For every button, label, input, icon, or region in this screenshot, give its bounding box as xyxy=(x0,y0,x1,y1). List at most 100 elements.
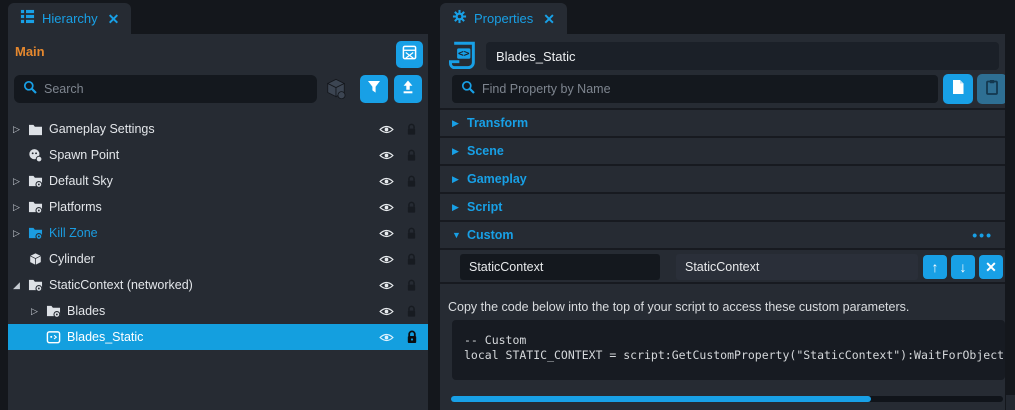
divider xyxy=(440,282,1005,284)
spawn-point-icon xyxy=(28,148,49,163)
tree-row-label: Spawn Point xyxy=(49,148,374,162)
property-search-input[interactable] xyxy=(482,82,929,96)
property-sections: ▶ Transform ▶ Scene ▶ Gameplay ▶ Script … xyxy=(440,108,1005,250)
filter-button[interactable] xyxy=(360,75,388,103)
tree-row-blades[interactable]: ▷ Blades xyxy=(8,298,428,324)
section-label: Scene xyxy=(467,144,993,158)
folder-badge-icon xyxy=(28,278,49,292)
triangle-down-icon: ▼ xyxy=(452,230,467,240)
level-settings-button[interactable] xyxy=(396,41,423,68)
static-script-icon xyxy=(46,330,67,345)
lock-icon[interactable] xyxy=(399,123,424,136)
move-property-up-button[interactable]: ↑ xyxy=(923,255,947,279)
tree-row-platforms[interactable]: ▷ Platforms xyxy=(8,194,428,220)
section-transform[interactable]: ▶ Transform xyxy=(440,110,1005,138)
properties-panel: <> ▶ Transform ▶ Scene xyxy=(440,34,1005,410)
code-line: local STATIC_CONTEXT = script:GetCustomP… xyxy=(464,348,993,363)
tree-row-label: StaticContext (networked) xyxy=(49,278,374,292)
visibility-eye-icon[interactable] xyxy=(374,254,399,265)
tab-properties[interactable]: Properties ✕ xyxy=(440,3,567,34)
hierarchy-panel: Main ▷ xyxy=(8,34,428,410)
bottom-right-panel-corner xyxy=(1006,395,1015,410)
move-property-down-button[interactable]: ↓ xyxy=(951,255,975,279)
visibility-eye-icon[interactable] xyxy=(374,306,399,317)
tree-row-staticcontext[interactable]: ◢ StaticContext (networked) xyxy=(8,272,428,298)
custom-property-name-input[interactable] xyxy=(460,254,660,280)
triangle-right-icon: ▶ xyxy=(452,174,467,185)
custom-help-text: Copy the code below into the top of your… xyxy=(448,300,909,314)
more-options-icon[interactable]: ••• xyxy=(972,227,993,243)
section-label: Gameplay xyxy=(467,172,993,186)
visibility-eye-icon[interactable] xyxy=(374,202,399,213)
expander-collapsed-icon[interactable]: ▷ xyxy=(31,306,46,317)
close-icon[interactable]: ✕ xyxy=(108,12,120,26)
paste-clipboard-icon xyxy=(985,79,999,100)
tree-row-cylinder[interactable]: Cylinder xyxy=(8,246,428,272)
visibility-eye-icon[interactable] xyxy=(374,124,399,135)
close-icon[interactable]: ✕ xyxy=(543,12,555,26)
hierarchy-search-input[interactable] xyxy=(44,82,308,96)
tree-row-spawn-point[interactable]: Spawn Point xyxy=(8,142,428,168)
code-snippet-block[interactable]: -- Custom local STATIC_CONTEXT = script:… xyxy=(452,320,1005,380)
folder-icon xyxy=(28,123,49,136)
lock-icon[interactable] xyxy=(399,201,424,214)
lock-icon[interactable] xyxy=(399,175,424,188)
tree-row-label: Cylinder xyxy=(49,252,374,266)
tab-hierarchy[interactable]: Hierarchy ✕ xyxy=(8,3,131,34)
filter-funnel-icon xyxy=(367,80,381,99)
paste-properties-button[interactable] xyxy=(977,74,1005,104)
upload-arrow-icon xyxy=(401,80,415,99)
delete-property-button[interactable]: ✕ xyxy=(979,255,1003,279)
visibility-eye-icon[interactable] xyxy=(374,280,399,291)
triangle-right-icon: ▶ xyxy=(452,202,467,213)
tree-row-label: Kill Zone xyxy=(49,226,374,240)
tab-properties-label: Properties xyxy=(474,11,533,26)
folder-badge-icon xyxy=(28,174,49,188)
lock-icon[interactable] xyxy=(399,305,424,318)
custom-property-value-input[interactable] xyxy=(676,254,918,280)
horizontal-scrollbar[interactable] xyxy=(451,396,1003,402)
scrollbar-thumb[interactable] xyxy=(451,396,871,402)
x-icon: ✕ xyxy=(985,259,997,276)
lock-icon[interactable] xyxy=(399,227,424,240)
visibility-eye-icon[interactable] xyxy=(374,176,399,187)
search-icon xyxy=(23,80,37,99)
visibility-eye-icon[interactable] xyxy=(374,332,399,343)
section-gameplay[interactable]: ▶ Gameplay xyxy=(440,166,1005,194)
tree-row-blades-static[interactable]: Blades_Static xyxy=(8,324,428,350)
search-icon xyxy=(461,80,475,99)
section-scene[interactable]: ▶ Scene xyxy=(440,138,1005,166)
section-label: Script xyxy=(467,200,993,214)
expander-collapsed-icon[interactable]: ▷ xyxy=(13,202,28,213)
object-cube-icon[interactable] xyxy=(325,78,347,100)
tree-row-gameplay-settings[interactable]: ▷ Gameplay Settings xyxy=(8,116,428,142)
lock-icon[interactable] xyxy=(399,279,424,292)
hierarchy-list-icon xyxy=(20,9,35,29)
visibility-eye-icon[interactable] xyxy=(374,150,399,161)
object-name-input[interactable] xyxy=(486,42,999,70)
lock-locked-icon[interactable] xyxy=(399,330,424,344)
lock-icon[interactable] xyxy=(399,253,424,266)
section-custom[interactable]: ▼ Custom ••• xyxy=(440,222,1005,250)
expander-expanded-icon[interactable]: ◢ xyxy=(13,280,28,291)
tree-row-kill-zone[interactable]: ▷ Kill Zone xyxy=(8,220,428,246)
tree-row-label: Gameplay Settings xyxy=(49,122,374,136)
expander-collapsed-icon[interactable]: ▷ xyxy=(13,228,28,239)
folder-badge-icon xyxy=(28,200,49,214)
section-label: Custom xyxy=(467,228,972,242)
copy-properties-button[interactable] xyxy=(943,74,973,104)
visibility-eye-icon[interactable] xyxy=(374,228,399,239)
upload-button[interactable] xyxy=(394,75,422,103)
triangle-right-icon: ▶ xyxy=(452,118,467,129)
triangle-right-icon: ▶ xyxy=(452,146,467,157)
lock-icon[interactable] xyxy=(399,149,424,162)
script-object-icon: <> xyxy=(448,41,481,72)
folder-badge-icon xyxy=(46,304,67,318)
expander-collapsed-icon[interactable]: ▷ xyxy=(13,124,28,135)
gear-icon xyxy=(452,9,467,29)
tree-row-default-sky[interactable]: ▷ Default Sky xyxy=(8,168,428,194)
copy-document-icon xyxy=(951,79,965,100)
section-script[interactable]: ▶ Script xyxy=(440,194,1005,222)
expander-collapsed-icon[interactable]: ▷ xyxy=(13,176,28,187)
arrow-up-icon: ↑ xyxy=(932,259,939,275)
